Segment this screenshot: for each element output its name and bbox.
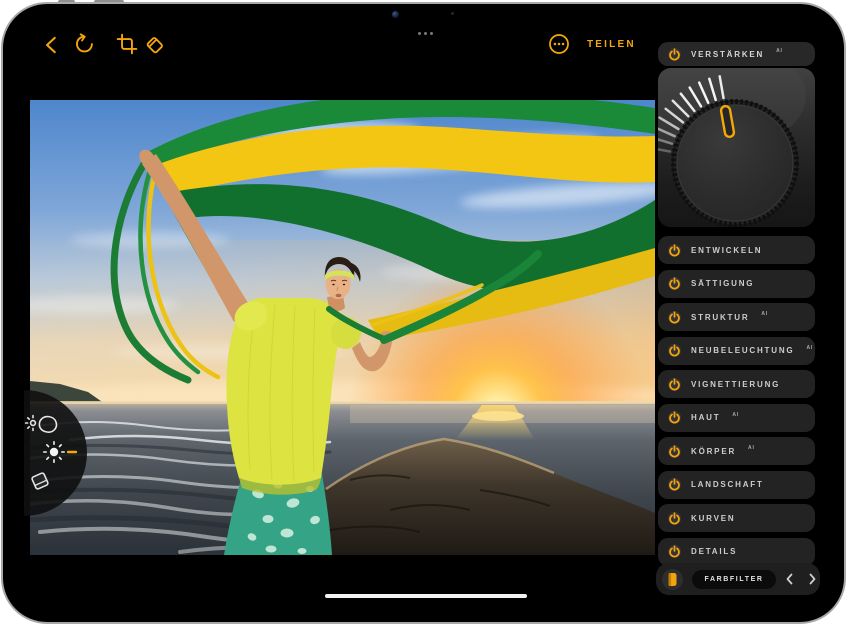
brightness-icon[interactable] xyxy=(44,442,64,462)
sidebar-item-entwickeln[interactable]: ENTWICKELN xyxy=(658,236,815,264)
boost-dial[interactable] xyxy=(658,68,815,227)
undo-button[interactable] xyxy=(73,33,95,55)
ai-badge: AI xyxy=(806,345,813,351)
prev-filter-button[interactable] xyxy=(782,571,798,587)
power-icon[interactable] xyxy=(668,478,681,491)
sidebar-item-neubeleuchtung[interactable]: NEUBELEUCHTUNGAI xyxy=(658,337,815,365)
filter-category-button[interactable]: FARBFILTER xyxy=(692,570,776,589)
sidebar-item-kurven[interactable]: KURVEN xyxy=(658,504,815,532)
adjustments-sidebar: VERSTÄRKEN AI xyxy=(658,42,815,571)
repair-button[interactable] xyxy=(144,34,166,56)
filter-card-icon xyxy=(667,572,678,587)
multitask-indicator-icon[interactable] xyxy=(418,32,433,35)
sidebar-item-struktur[interactable]: STRUKTURAI xyxy=(658,303,815,331)
power-icon[interactable] xyxy=(668,244,681,257)
crop-icon xyxy=(116,33,138,55)
crop-button[interactable] xyxy=(116,33,138,55)
camera-sensor-dot xyxy=(451,12,454,15)
home-indicator[interactable] xyxy=(325,594,527,598)
ai-badge: AI xyxy=(748,445,755,451)
power-icon[interactable] xyxy=(668,378,681,391)
power-icon[interactable] xyxy=(668,512,681,525)
power-icon[interactable] xyxy=(668,411,681,424)
boost-header[interactable]: VERSTÄRKEN AI xyxy=(658,42,815,66)
filters-toggle-button[interactable] xyxy=(662,569,683,590)
sidebar-item-landschaft[interactable]: LANDSCHAFT xyxy=(658,471,815,499)
sidebar-item-saettigung[interactable]: SÄTTIGUNG xyxy=(658,270,815,298)
filter-bar: FARBFILTER xyxy=(656,563,820,595)
sidebar-item-koerper[interactable]: KÖRPERAI xyxy=(658,437,815,465)
undo-arrow-icon xyxy=(73,33,95,55)
photo-canvas[interactable] xyxy=(30,100,655,555)
power-icon[interactable] xyxy=(668,277,681,290)
power-icon[interactable] xyxy=(668,344,681,357)
power-icon[interactable] xyxy=(668,545,681,558)
ai-badge: AI xyxy=(732,412,739,418)
ipad-device-frame: TEILEN xyxy=(1,2,846,624)
chevron-left-icon xyxy=(782,571,798,587)
ellipsis-circle-icon xyxy=(548,33,570,55)
sidebar-item-details[interactable]: DETAILS xyxy=(658,538,815,566)
dial-knob[interactable] xyxy=(672,100,798,226)
share-button[interactable]: TEILEN xyxy=(587,39,636,50)
ai-badge: AI xyxy=(776,48,783,54)
front-camera xyxy=(392,11,399,18)
more-options-button[interactable] xyxy=(548,33,570,55)
ai-badge: AI xyxy=(761,311,768,317)
eraser-icon xyxy=(144,34,166,56)
boost-label: VERSTÄRKEN xyxy=(691,50,764,59)
chevron-right-icon xyxy=(804,571,820,587)
next-filter-button[interactable] xyxy=(804,571,820,587)
canvas-tool-wheel xyxy=(10,385,94,525)
back-button[interactable] xyxy=(41,34,63,56)
screenshot-stage: TEILEN xyxy=(0,0,851,630)
power-icon[interactable] xyxy=(668,311,681,324)
power-icon[interactable] xyxy=(668,48,681,61)
power-icon[interactable] xyxy=(668,445,681,458)
chevron-left-icon xyxy=(41,34,63,56)
sidebar-item-vignettierung[interactable]: VIGNETTIERUNG xyxy=(658,370,815,398)
sidebar-item-haut[interactable]: HAUTAI xyxy=(658,404,815,432)
